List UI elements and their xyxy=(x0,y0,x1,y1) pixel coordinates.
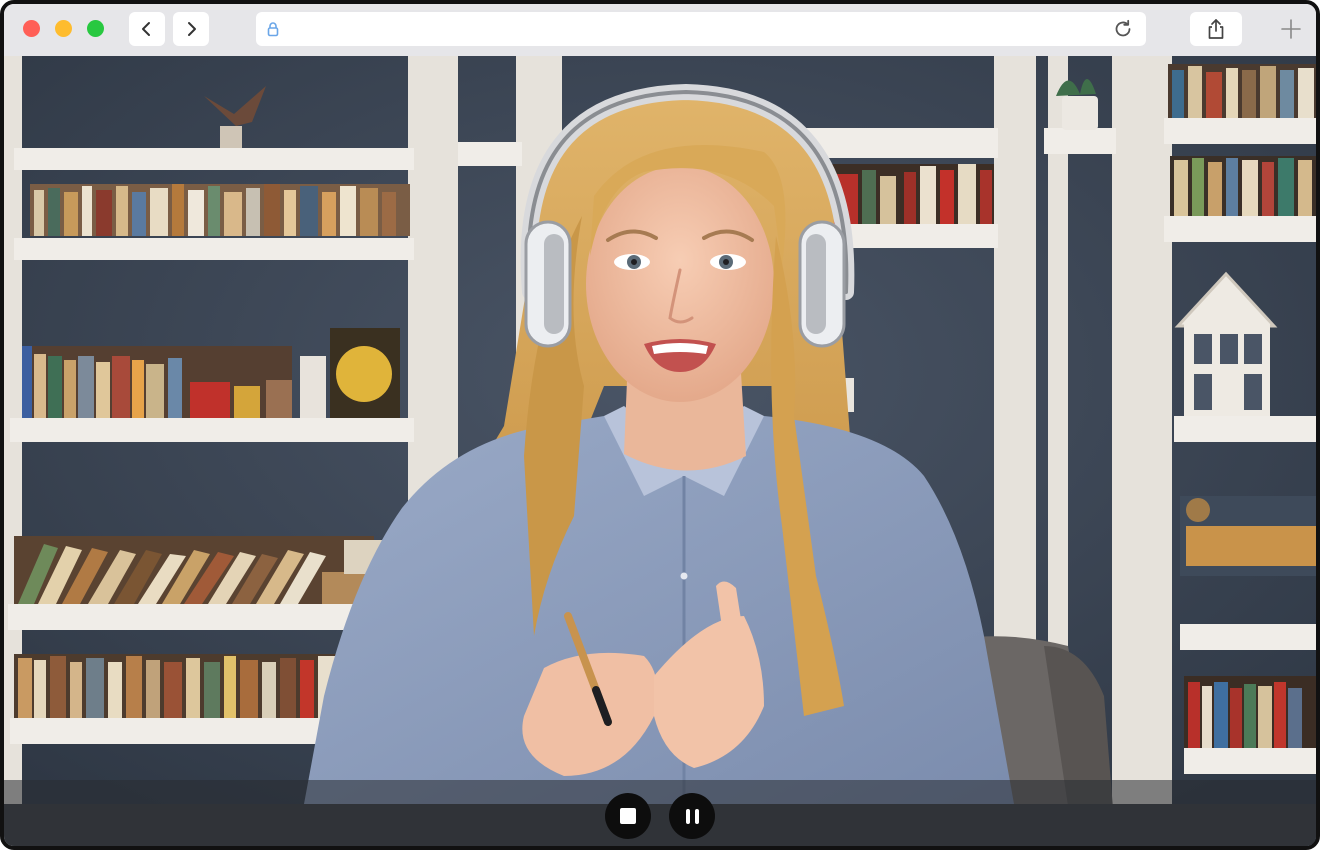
new-tab-button[interactable] xyxy=(1278,16,1304,42)
pause-icon xyxy=(683,808,701,824)
pause-button[interactable] xyxy=(669,793,715,839)
share-icon xyxy=(1208,19,1224,39)
minimize-window-button[interactable] xyxy=(55,20,72,37)
letters-decoration xyxy=(1180,496,1316,576)
lock-icon xyxy=(267,22,279,37)
plus-icon xyxy=(1281,19,1301,39)
zoom-window-button[interactable] xyxy=(87,20,104,37)
forward-button[interactable] xyxy=(173,12,209,46)
reload-icon[interactable] xyxy=(1112,18,1134,40)
stop-button[interactable] xyxy=(605,793,651,839)
video-controls-bar xyxy=(4,780,1316,846)
chevron-right-icon xyxy=(188,22,196,36)
video-frame xyxy=(4,56,1316,846)
address-bar[interactable] xyxy=(256,12,1146,46)
browser-window xyxy=(0,0,1320,850)
share-button[interactable] xyxy=(1190,12,1242,46)
close-window-button[interactable] xyxy=(23,20,40,37)
stop-icon xyxy=(620,808,636,824)
video-viewport xyxy=(4,56,1316,846)
browser-toolbar xyxy=(4,4,1316,57)
chevron-left-icon xyxy=(142,22,150,36)
back-button[interactable] xyxy=(129,12,165,46)
